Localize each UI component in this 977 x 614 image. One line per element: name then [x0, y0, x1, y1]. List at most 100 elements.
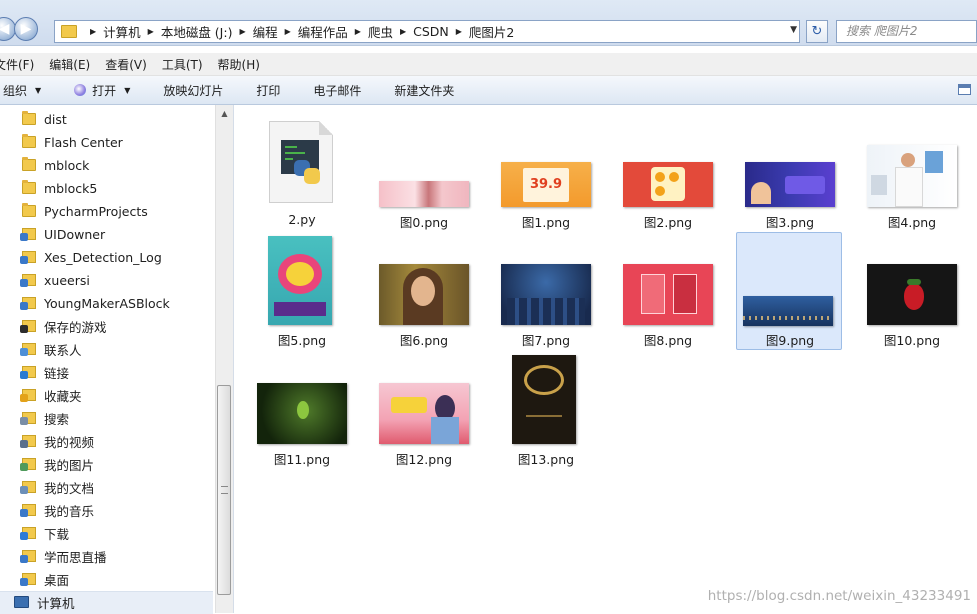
file-item[interactable]: 图11.png — [249, 352, 355, 467]
file-item[interactable]: 图3.png — [737, 115, 843, 230]
nav-item-label: Xes_Detection_Log — [44, 249, 162, 265]
chevron-right-icon[interactable]: ▶ — [285, 27, 291, 36]
nav-item[interactable]: dist — [22, 109, 67, 129]
file-item[interactable]: 图4.png — [859, 115, 965, 230]
image-thumbnail — [867, 145, 957, 207]
nav-item-label: 计算机 — [37, 595, 75, 611]
file-name: 图6.png — [399, 333, 449, 348]
nav-item-label: YoungMakerASBlock — [44, 295, 170, 311]
search-input[interactable]: 搜索 爬图片2 — [836, 20, 977, 43]
nav-scrollbar[interactable]: ▲ — [215, 105, 233, 613]
nav-item[interactable]: 我的音乐 — [20, 500, 95, 520]
menu-view[interactable]: 查看(V) — [105, 56, 147, 73]
nav-item[interactable]: 保存的游戏 — [20, 316, 107, 336]
nav-item[interactable]: 我的图片 — [20, 454, 94, 474]
file-item[interactable]: 图2.png — [615, 115, 721, 230]
breadcrumb-item[interactable]: 编程作品 — [298, 22, 348, 41]
desktop-icon — [20, 573, 36, 586]
file-item[interactable]: 图6.png — [371, 233, 477, 348]
nav-item[interactable]: 我的文档 — [20, 477, 94, 497]
image-thumbnail — [623, 162, 713, 207]
breadcrumb-item[interactable]: 爬图片2 — [469, 22, 514, 41]
chevron-right-icon[interactable]: ▶ — [148, 27, 154, 36]
refresh-button[interactable]: ↻ — [806, 20, 828, 43]
open-label: 打开 — [92, 83, 117, 98]
image-thumbnail — [745, 162, 835, 207]
breadcrumb: ▶ 计算机 ▶ 本地磁盘 (J:) ▶ 编程 ▶ 编程作品 ▶ 爬虫 ▶ CSD… — [83, 22, 514, 41]
back-arrow-icon: ◀ — [0, 21, 10, 37]
nav-item-label: 收藏夹 — [44, 388, 82, 404]
nav-item-label: PycharmProjects — [44, 203, 148, 219]
special-folder-icon — [20, 251, 36, 264]
print-button[interactable]: 打印 — [256, 82, 280, 99]
nav-item[interactable]: mblock — [22, 155, 89, 175]
nav-item-label: 保存的游戏 — [44, 319, 107, 335]
chevron-right-icon[interactable]: ▶ — [400, 27, 406, 36]
chevron-right-icon[interactable]: ▶ — [456, 27, 462, 36]
nav-item[interactable]: mblock5 — [22, 178, 97, 198]
slideshow-button[interactable]: 放映幻灯片 — [163, 82, 223, 99]
breadcrumb-item[interactable]: 计算机 — [103, 22, 141, 41]
file-item[interactable]: 图5.png — [249, 233, 355, 348]
image-thumbnail — [379, 264, 469, 325]
nav-item[interactable]: PycharmProjects — [22, 201, 148, 221]
preview-pane-icon[interactable] — [958, 84, 971, 95]
file-item[interactable]: 图13.png — [493, 352, 599, 467]
nav-item[interactable]: 下载 — [20, 523, 70, 543]
nav-item[interactable]: xueersi — [20, 270, 90, 290]
image-thumbnail: 39.9 — [501, 162, 591, 207]
file-name: 2.py — [288, 212, 316, 227]
file-item[interactable]: 图12.png — [371, 352, 477, 467]
chevron-right-icon[interactable]: ▶ — [355, 27, 361, 36]
breadcrumb-item[interactable]: 本地磁盘 (J:) — [161, 22, 233, 41]
folder-icon — [22, 111, 36, 125]
nav-item[interactable]: UIDowner — [20, 224, 106, 244]
new-folder-button[interactable]: 新建文件夹 — [394, 82, 454, 99]
nav-item-label: UIDowner — [44, 226, 106, 242]
nav-item[interactable]: 联系人 — [20, 339, 82, 359]
open-button[interactable]: 打开 ▼ — [74, 82, 130, 99]
nav-item-label: 联系人 — [44, 342, 82, 358]
file-item[interactable]: 图8.png — [615, 233, 721, 348]
python-file-icon — [269, 121, 333, 203]
address-bar[interactable]: ▶ 计算机 ▶ 本地磁盘 (J:) ▶ 编程 ▶ 编程作品 ▶ 爬虫 ▶ CSD… — [54, 20, 800, 43]
menu-tools[interactable]: 工具(T) — [162, 56, 203, 73]
chevron-right-icon[interactable]: ▶ — [239, 27, 245, 36]
forward-button[interactable]: ▶ — [14, 17, 38, 41]
address-row: ◀ ▶ ▶ 计算机 ▶ 本地磁盘 (J:) ▶ 编程 ▶ 编程作品 ▶ 爬虫 ▶… — [0, 0, 977, 46]
file-item-selected[interactable]: 图9.png — [736, 232, 842, 350]
nav-item[interactable]: 链接 — [20, 362, 69, 382]
nav-item[interactable]: YoungMakerASBlock — [20, 293, 170, 313]
file-item[interactable]: 图10.png — [859, 233, 965, 348]
file-item[interactable]: 2.py — [249, 115, 355, 230]
nav-item[interactable]: 桌面 — [20, 569, 69, 589]
menu-help[interactable]: 帮助(H) — [218, 56, 260, 73]
image-thumbnail — [268, 236, 332, 325]
navigation-pane: dist Flash Center mblock mblock5 Pycharm… — [0, 105, 234, 613]
file-item[interactable]: 图7.png — [493, 233, 599, 348]
menu-edit[interactable]: 编辑(E) — [49, 56, 90, 73]
email-button[interactable]: 电子邮件 — [313, 82, 361, 99]
image-thumbnail — [501, 264, 591, 325]
breadcrumb-item[interactable]: 编程 — [253, 22, 278, 41]
scrollbar-thumb[interactable] — [217, 385, 231, 595]
menu-file[interactable]: 文件(F) — [0, 56, 34, 73]
special-folder-icon — [20, 274, 36, 287]
nav-item[interactable]: Xes_Detection_Log — [20, 247, 162, 267]
nav-item[interactable]: 搜索 — [20, 408, 69, 428]
organize-button[interactable]: 组织 ▼ — [3, 82, 41, 99]
nav-item-label: 我的音乐 — [44, 503, 95, 519]
file-name: 图2.png — [643, 215, 693, 230]
breadcrumb-item[interactable]: 爬虫 — [368, 22, 393, 41]
nav-item[interactable]: 学而思直播 — [20, 546, 107, 566]
nav-item[interactable]: 收藏夹 — [20, 385, 82, 405]
address-dropdown-icon[interactable]: ▼ — [790, 25, 797, 35]
file-item[interactable]: 39.9 图1.png — [493, 115, 599, 230]
nav-item[interactable]: 我的视频 — [20, 431, 94, 451]
breadcrumb-item[interactable]: CSDN — [413, 24, 449, 39]
nav-item[interactable]: Flash Center — [22, 132, 123, 152]
nav-item-label: 下载 — [44, 526, 70, 542]
file-item[interactable]: 图0.png — [371, 115, 477, 230]
scroll-up-icon[interactable]: ▲ — [216, 105, 233, 122]
nav-item-computer[interactable]: 计算机 — [14, 592, 75, 612]
